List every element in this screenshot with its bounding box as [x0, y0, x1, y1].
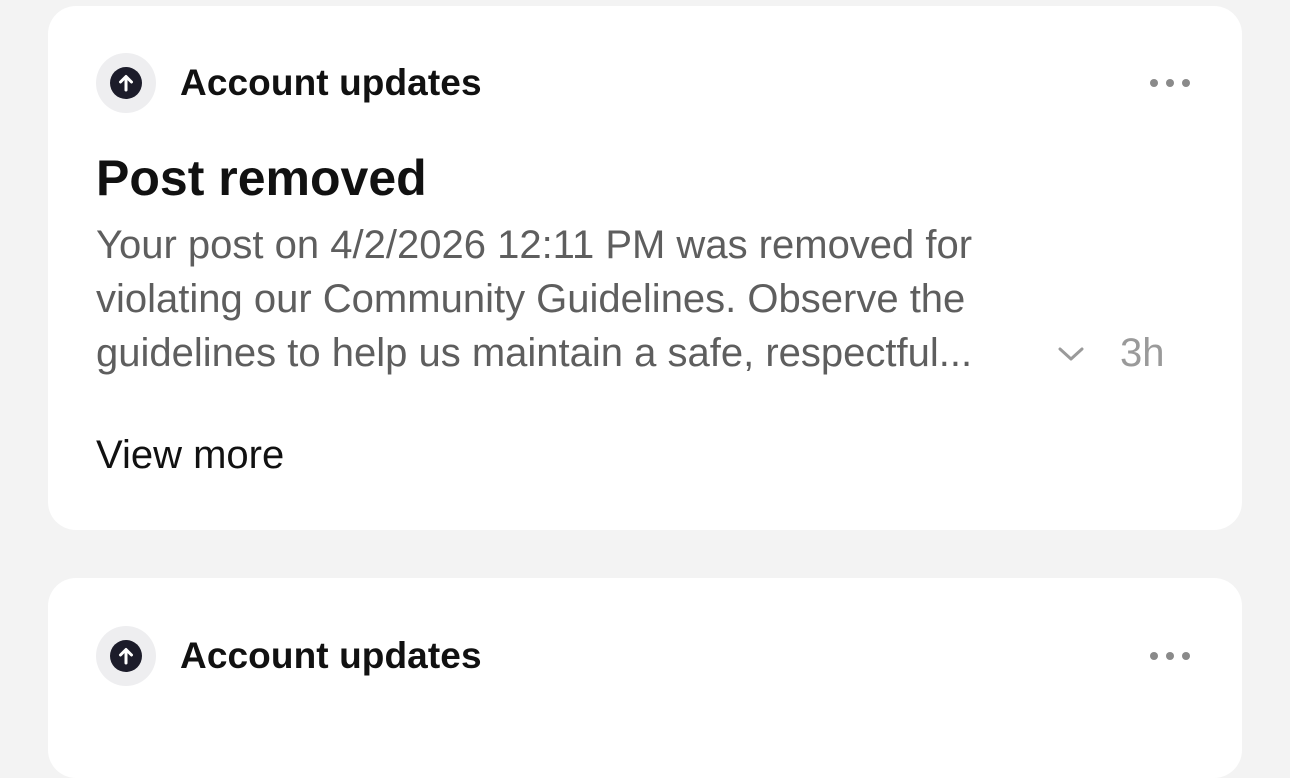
- more-dot: [1150, 652, 1158, 660]
- notification-card[interactable]: Account updates: [48, 578, 1242, 778]
- sender-avatar: [96, 626, 156, 686]
- expand-chevron-button[interactable]: [1056, 342, 1086, 366]
- notification-header: Account updates: [96, 626, 482, 686]
- more-dot: [1166, 652, 1174, 660]
- more-options-button[interactable]: [1150, 73, 1190, 93]
- more-dot: [1150, 79, 1158, 87]
- up-arrow-circle-icon: [110, 640, 142, 672]
- notification-body-line: violating our Community Guidelines. Obse…: [96, 277, 966, 321]
- view-more-link[interactable]: View more: [96, 430, 284, 480]
- notification-card[interactable]: Account updates Post removed Your post o…: [48, 6, 1242, 530]
- notification-body-line: Your post on 4/2/2026 12:11 PM was remov…: [96, 223, 973, 267]
- notification-title: Post removed: [96, 150, 427, 206]
- more-dot: [1166, 79, 1174, 87]
- chevron-down-icon: [1058, 347, 1084, 361]
- notification-header: Account updates: [96, 53, 482, 113]
- more-dot: [1182, 79, 1190, 87]
- more-options-button[interactable]: [1150, 646, 1190, 666]
- notification-timestamp: 3h: [1120, 331, 1165, 375]
- up-arrow-circle-icon: [110, 67, 142, 99]
- sender-name: Account updates: [180, 62, 482, 103]
- sender-avatar: [96, 53, 156, 113]
- sender-name: Account updates: [180, 635, 482, 676]
- more-dot: [1182, 652, 1190, 660]
- notification-body-line: guidelines to help us maintain a safe, r…: [96, 331, 973, 375]
